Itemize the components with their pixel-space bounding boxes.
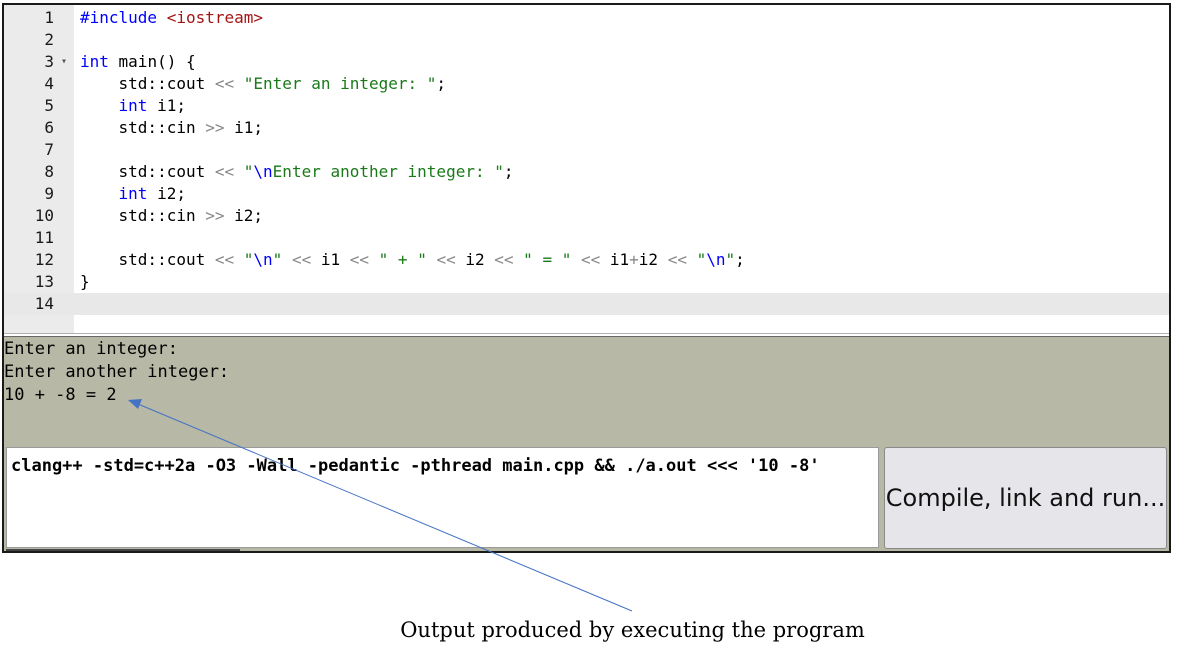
code-line-11[interactable]: 11 xyxy=(4,227,1169,249)
command-scrollbar[interactable] xyxy=(6,549,240,551)
code-line-8[interactable]: 8 std::cout << "\nEnter another integer:… xyxy=(4,161,1169,183)
code-line-6[interactable]: 6 std::cin >> i1; xyxy=(4,117,1169,139)
line-number: 14 xyxy=(34,294,54,313)
output-line: Enter another integer: xyxy=(4,362,230,382)
code-line-12[interactable]: 12 std::cout << "\n" << i1 << " + " << i… xyxy=(4,249,1169,271)
code-line-4[interactable]: 4 std::cout << "Enter an integer: "; xyxy=(4,73,1169,95)
line-number: 12 xyxy=(34,250,54,269)
line-number: 4 xyxy=(44,74,54,93)
line-number: 1 xyxy=(44,8,54,27)
command-bar: clang++ -std=c++2a -O3 -Wall -pedantic -… xyxy=(4,444,1169,551)
output-line: Enter an integer: xyxy=(4,339,178,359)
line-number: 13 xyxy=(34,272,54,291)
code-line-1[interactable]: 1 #include <iostream> xyxy=(4,7,1169,29)
code-line-9[interactable]: 9 int i2; xyxy=(4,183,1169,205)
line-number: 2 xyxy=(44,30,54,49)
code-text: #include <iostream> xyxy=(80,8,264,27)
code-line-10[interactable]: 10 std::cin >> i2; xyxy=(4,205,1169,227)
code-editor[interactable]: 1 #include <iostream> 2 3 ▾ int main() {… xyxy=(4,5,1169,334)
code-text: } xyxy=(80,272,90,291)
fold-arrow-icon[interactable]: ▾ xyxy=(58,51,70,73)
code-text: std::cout << "\n" << i1 << " + " << i2 <… xyxy=(80,250,745,269)
line-number: 9 xyxy=(44,184,54,203)
line-number: 6 xyxy=(44,118,54,137)
program-output-panel: Enter an integer: Enter another integer:… xyxy=(4,336,1169,444)
code-line-5[interactable]: 5 int i1; xyxy=(4,95,1169,117)
line-number: 7 xyxy=(44,140,54,159)
code-text: int main() { xyxy=(80,52,196,71)
code-text: int i1; xyxy=(118,96,186,115)
code-line-2[interactable]: 2 xyxy=(4,29,1169,51)
annotation-caption: Output produced by executing the program xyxy=(400,618,865,642)
line-number: 8 xyxy=(44,162,54,181)
code-text: std::cout << "\nEnter another integer: "… xyxy=(80,162,514,181)
code-line-7[interactable]: 7 xyxy=(4,139,1169,161)
code-line-3[interactable]: 3 ▾ int main() { xyxy=(4,51,1169,73)
compile-link-run-button[interactable]: Compile, link and run... xyxy=(884,447,1167,549)
line-number: 5 xyxy=(44,96,54,115)
code-text: std::cin >> i2; xyxy=(80,206,264,225)
ide-window: 1 #include <iostream> 2 3 ▾ int main() {… xyxy=(2,3,1171,553)
line-number: 10 xyxy=(34,206,54,225)
output-line: 10 + -8 = 2 xyxy=(4,385,117,405)
code-text: int i2; xyxy=(118,184,186,203)
code-text: std::cout << "Enter an integer: "; xyxy=(80,74,447,93)
code-text: std::cin >> i1; xyxy=(80,118,264,137)
command-line-input[interactable]: clang++ -std=c++2a -O3 -Wall -pedantic -… xyxy=(6,447,879,548)
code-line-14-active[interactable]: 14 xyxy=(4,293,1169,315)
line-number: 11 xyxy=(34,228,54,247)
line-number: 3 xyxy=(44,52,54,71)
code-line-13[interactable]: 13 } xyxy=(4,271,1169,293)
